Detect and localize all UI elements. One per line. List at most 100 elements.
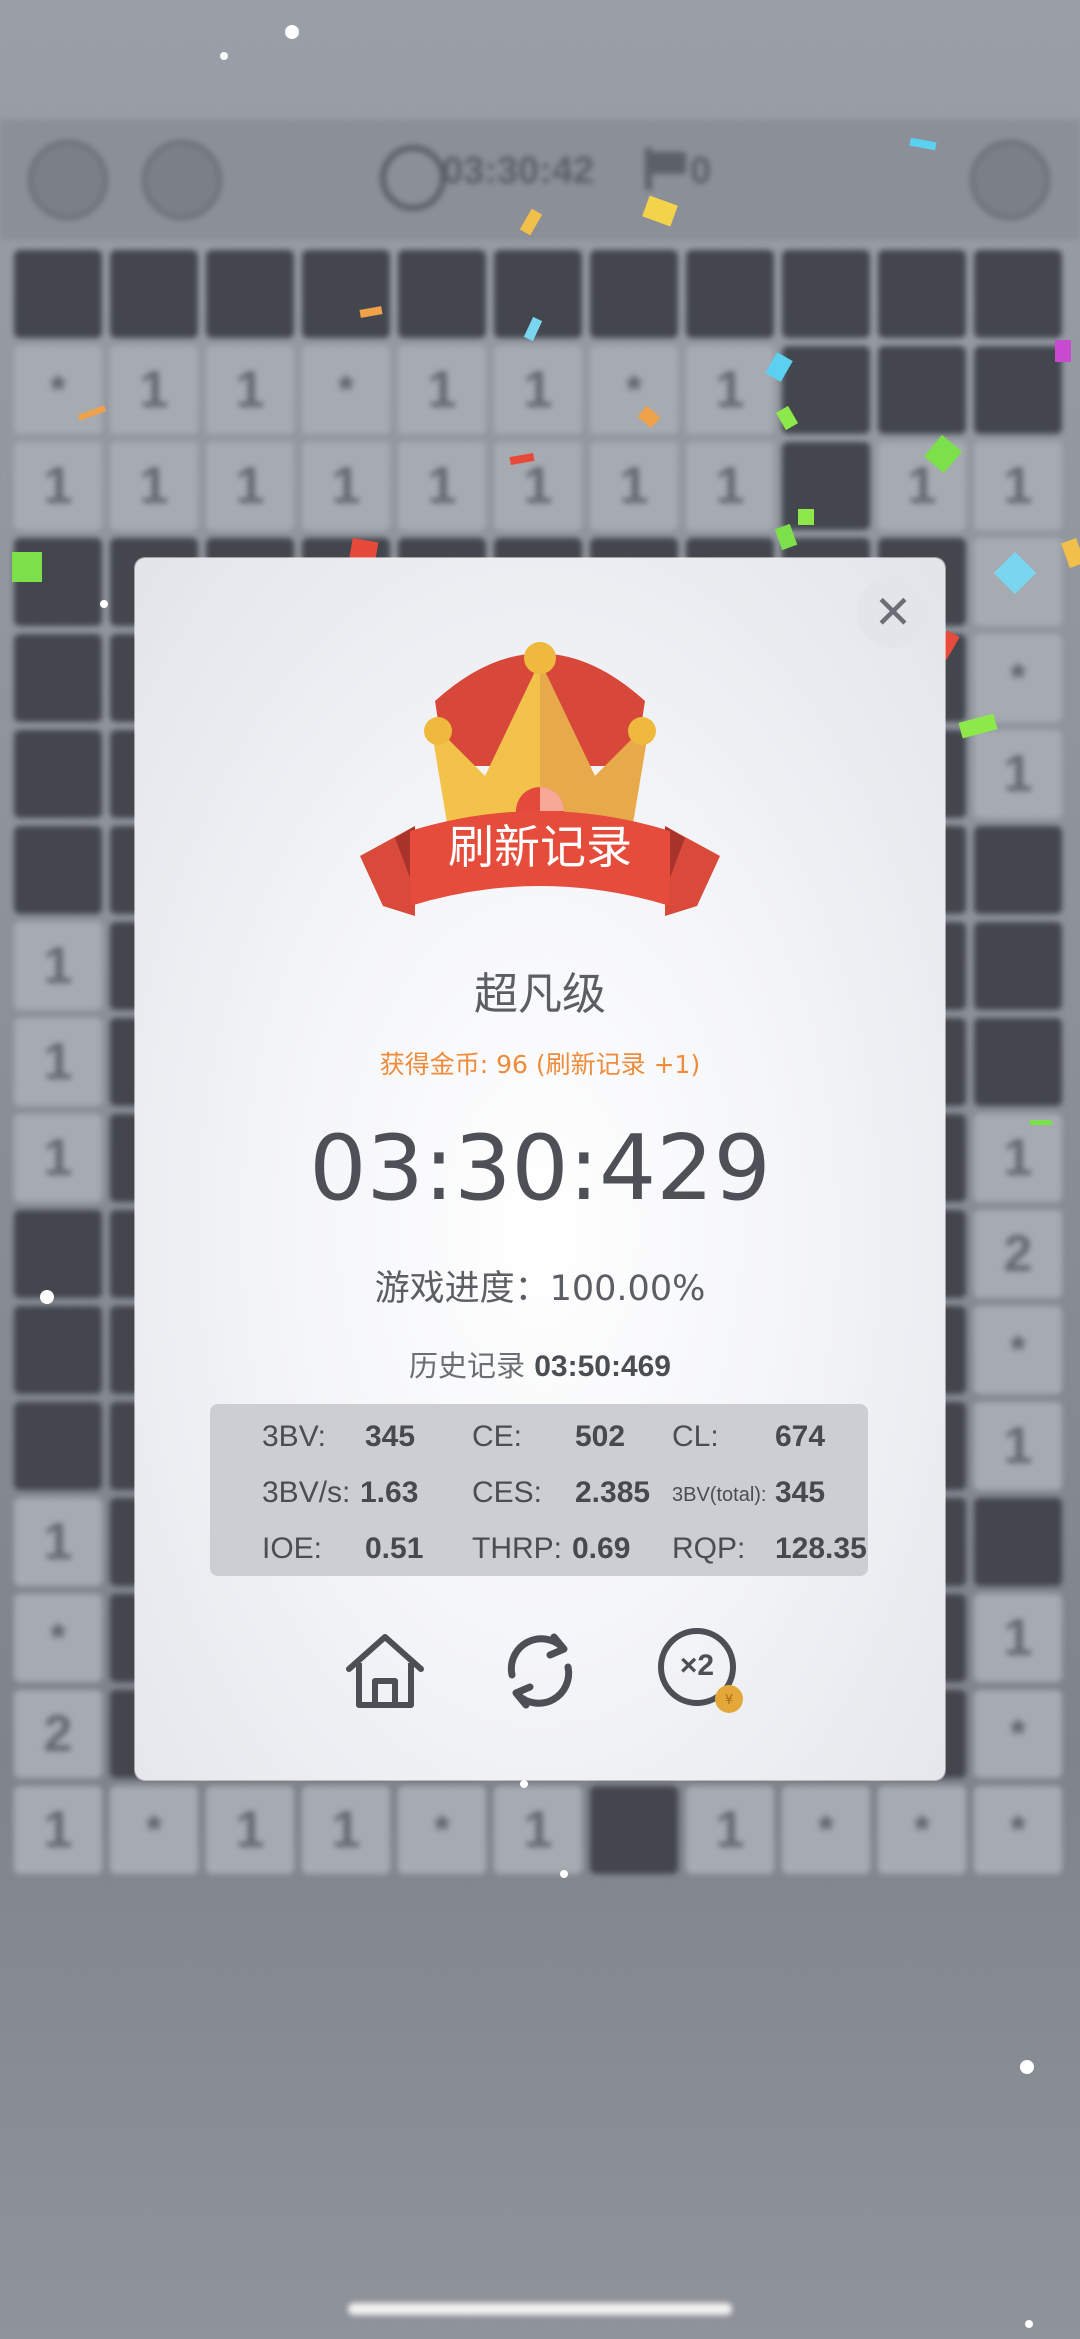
stat-value: 674 [775,1420,826,1453]
board-cell[interactable]: * [974,1690,1062,1778]
board-cell[interactable] [974,346,1062,434]
board-cell[interactable] [782,250,870,338]
board-cell[interactable] [302,250,390,338]
sparkle [220,52,228,60]
board-cell[interactable]: 1 [14,1498,102,1586]
board-cell[interactable] [878,346,966,434]
board-cell[interactable]: 1 [14,1786,102,1874]
board-cell[interactable]: * [782,1786,870,1874]
board-cell[interactable] [974,922,1062,1010]
board-cell[interactable] [14,730,102,818]
board-cell[interactable]: 1 [302,442,390,530]
board-cell[interactable]: 1 [398,442,486,530]
refresh-icon [507,1633,573,1709]
board-cell[interactable]: * [974,1786,1062,1874]
board-cell[interactable]: * [590,346,678,434]
board-cell[interactable] [14,1402,102,1490]
board-cell[interactable]: 1 [110,346,198,434]
crown-banner: 刷新记录 [135,616,945,946]
stat-value: 502 [575,1420,626,1453]
board-cell[interactable]: 1 [206,442,294,530]
home-button[interactable] [337,1623,433,1719]
board-cell[interactable]: 1 [686,442,774,530]
stat-label: THRP: [472,1532,562,1565]
board-cell[interactable] [110,250,198,338]
completion-time: 03:30:429 [309,1116,771,1221]
history-value: 03:50:469 [534,1350,671,1383]
coins-earned: 获得金币: 96 (刷新记录 +1) [379,1050,701,1079]
stat-label: CL: [672,1420,719,1453]
board-cell[interactable]: 1 [494,346,582,434]
restart-button[interactable] [492,1623,588,1719]
board-cell[interactable]: * [974,1306,1062,1394]
stat-label: IOE: [262,1532,323,1565]
stat-label: RQP: [672,1532,746,1565]
board-cell[interactable] [974,1018,1062,1106]
board-cell[interactable]: 1 [974,730,1062,818]
board-cell[interactable]: 1 [110,442,198,530]
sparkle [520,1780,528,1788]
board-cell[interactable]: * [398,1786,486,1874]
board-cell[interactable] [974,1498,1062,1586]
board-cell[interactable]: 1 [14,1114,102,1202]
board-cell[interactable] [686,250,774,338]
board-cell[interactable]: 1 [302,1786,390,1874]
board-cell[interactable]: * [14,346,102,434]
sparkle [100,600,108,608]
stat-label: CE: [472,1420,523,1453]
stat-label: 3BV: [262,1420,326,1453]
board-cell[interactable]: 1 [974,1594,1062,1682]
board-cell[interactable]: 1 [494,442,582,530]
board-cell[interactable]: * [974,634,1062,722]
board-cell[interactable]: 1 [686,346,774,434]
topbar-flag-count: 0 [690,150,712,192]
board-cell[interactable]: 1 [206,346,294,434]
board-cell[interactable] [14,1306,102,1394]
sparkle [1020,2060,1034,2074]
board-cell[interactable] [878,250,966,338]
clock-icon [380,145,446,211]
double-reward-button[interactable]: ¥ ×2 [655,1623,751,1719]
back-icon [28,140,108,220]
flag-icon [645,148,692,190]
board-cell[interactable]: 1 [590,442,678,530]
board-cell[interactable]: 1 [974,442,1062,530]
board-cell[interactable]: 1 [14,1018,102,1106]
stat-value: 128.35 [775,1532,867,1565]
stat-label: CES: [472,1476,543,1509]
stat-label: 3BV/s: [262,1476,351,1509]
stat-label: 3BV(total): [672,1484,767,1506]
board-cell[interactable]: 1 [14,442,102,530]
board-cell[interactable] [398,250,486,338]
stat-value: 345 [775,1476,826,1509]
board-cell[interactable]: 1 [494,1786,582,1874]
board-cell[interactable]: * [302,346,390,434]
board-cell[interactable]: 1 [398,346,486,434]
board-cell[interactable]: 1 [974,1402,1062,1490]
board-cell[interactable]: 1 [206,1786,294,1874]
banner-text: 刷新记录 [448,820,632,874]
board-cell[interactable] [590,250,678,338]
board-cell[interactable]: 1 [686,1786,774,1874]
stat-value: 0.69 [572,1532,631,1565]
board-cell[interactable]: 1 [14,922,102,1010]
board-cell[interactable] [974,826,1062,914]
board-cell[interactable] [782,442,870,530]
board-cell[interactable]: 1 [974,1114,1062,1202]
board-cell[interactable] [14,1210,102,1298]
board-cell[interactable] [590,1786,678,1874]
board-cell[interactable]: * [14,1594,102,1682]
board-cell[interactable] [14,634,102,722]
board-cell[interactable] [14,826,102,914]
stat-value: 2.385 [575,1476,651,1509]
board-cell[interactable] [974,250,1062,338]
board-cell[interactable]: 2 [974,1210,1062,1298]
board-cell[interactable]: 2 [14,1690,102,1778]
board-cell[interactable]: * [110,1786,198,1874]
board-cell[interactable] [206,250,294,338]
board-cell[interactable] [14,250,102,338]
topbar-timer: 03:30:42 [442,150,595,192]
settings-icon [142,140,222,220]
board-cell[interactable]: * [878,1786,966,1874]
svg-text:¥: ¥ [725,1693,733,1708]
